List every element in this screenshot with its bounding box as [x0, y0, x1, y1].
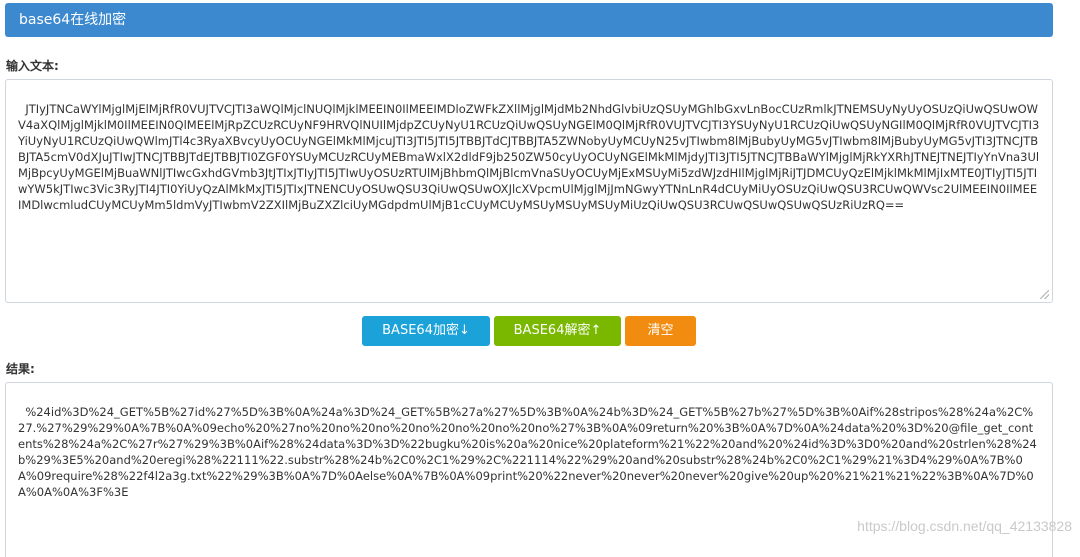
watermark: https://blog.csdn.net/qq_42133828 [857, 518, 1072, 534]
input-label: 输入文本: [6, 59, 59, 73]
input-textarea[interactable]: JTIyJTNCaWYlMjglMjElMjRfR0VUJTVCJTI3aWQl… [5, 79, 1053, 303]
resize-grip-icon[interactable] [1040, 290, 1049, 299]
clear-button[interactable]: 清空 [625, 316, 696, 346]
result-text: %24id%3D%24_GET%5B%27id%27%5D%3B%0A%24a%… [18, 405, 1037, 499]
base64-decode-button[interactable]: BASE64解密↑ [494, 316, 621, 346]
page-header: base64在线加密 [5, 3, 1053, 37]
result-label: 结果: [6, 362, 35, 376]
page-title: base64在线加密 [19, 12, 127, 28]
input-text: JTIyJTNCaWYlMjglMjElMjRfR0VUJTVCJTI3aWQl… [18, 102, 1040, 212]
base64-encode-button[interactable]: BASE64加密↓ [362, 316, 490, 346]
